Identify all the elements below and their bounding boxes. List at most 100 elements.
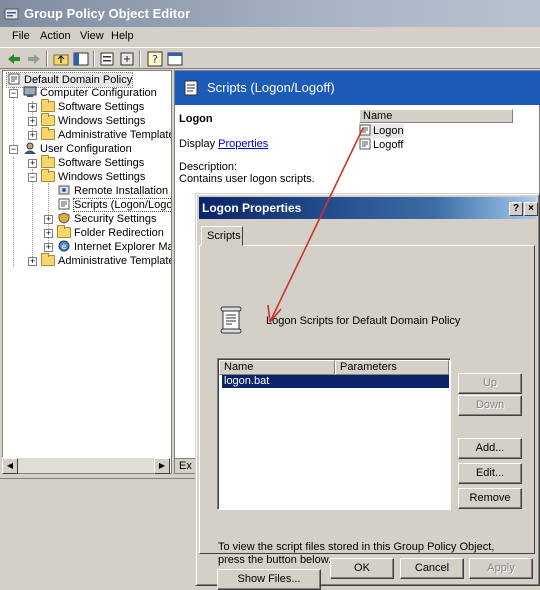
menu-help[interactable]: Help: [111, 30, 134, 42]
remove-button[interactable]: Remove: [458, 488, 522, 509]
script-scroll-icon: [184, 80, 198, 96]
list-item-logon-bat[interactable]: logon.bat: [222, 375, 449, 388]
folder-icon: [41, 253, 55, 266]
properties-link[interactable]: Properties: [218, 138, 268, 150]
list-item-logoff[interactable]: Logoff: [359, 138, 403, 152]
policy-scroll-icon: [8, 73, 20, 85]
script-scroll-icon: [220, 306, 242, 334]
forward-arrow-icon[interactable]: [26, 51, 42, 67]
tree-node-user-configuration[interactable]: User Configuration: [23, 142, 132, 156]
list-item-logon[interactable]: Logon: [359, 124, 404, 138]
details-heading: Logon: [179, 113, 213, 125]
apply-button[interactable]: Apply: [469, 558, 533, 579]
show-hide-tree-icon[interactable]: [73, 51, 89, 67]
description-text: Contains user logon scripts.: [179, 173, 315, 185]
script-scroll-icon: [359, 138, 371, 150]
dialog-titlebar[interactable]: Logon Properties ? ×: [199, 197, 538, 219]
tree-node-uc-admin-templates[interactable]: Administrative Templates: [41, 253, 171, 268]
up-folder-icon[interactable]: [53, 51, 69, 67]
menu-view[interactable]: View: [80, 30, 104, 42]
edit-button[interactable]: Edit...: [458, 463, 522, 484]
tree-node-cc-admin-templates[interactable]: Administrative Templates: [41, 127, 172, 142]
logon-scripts-list[interactable]: Name Parameters logon.bat: [217, 358, 451, 510]
logon-properties-dialog: Logon Properties ? × Scripts Logon Scrip…: [195, 193, 540, 590]
collapse-toggle[interactable]: −: [28, 173, 37, 182]
expand-toggle[interactable]: +: [44, 215, 53, 224]
folder-icon: [57, 225, 71, 238]
expand-toggle[interactable]: +: [44, 243, 53, 252]
tree-label: Software Settings: [58, 157, 145, 169]
folder-icon: [41, 127, 55, 140]
toolbar-separator: [139, 51, 141, 67]
tree-label: Default Domain Policy: [24, 74, 133, 86]
close-button[interactable]: ×: [524, 202, 538, 216]
expand-toggle[interactable]: +: [28, 257, 37, 266]
tree-node-cc-software-settings[interactable]: Software Settings: [41, 99, 144, 114]
list-item-label: Logoff: [373, 139, 404, 151]
app-icon: [4, 8, 19, 20]
tab-scripts[interactable]: Scripts: [201, 226, 243, 246]
collapse-toggle[interactable]: −: [9, 89, 18, 98]
main-titlebar[interactable]: Group Policy Object Editor: [0, 0, 540, 27]
list-item-label: logon.bat: [224, 375, 270, 387]
remote-install-icon: [58, 185, 70, 195]
scroll-right-icon[interactable]: ▶: [154, 458, 170, 474]
expand-toggle[interactable]: +: [28, 103, 37, 112]
menu-action[interactable]: Action: [40, 30, 71, 42]
tree-node-security-settings[interactable]: Security Settings: [57, 212, 157, 226]
console-icon[interactable]: [167, 51, 183, 67]
tree-label: Windows Settings: [58, 115, 146, 127]
dialog-title: Logon Properties: [202, 201, 302, 215]
panel-heading: Logon Scripts for Default Domain Policy: [266, 315, 461, 327]
tree-node-uc-software-settings[interactable]: Software Settings: [41, 155, 145, 170]
tree-label: Administrative Templates: [58, 129, 172, 141]
back-arrow-icon[interactable]: [6, 51, 22, 67]
folder-icon: [41, 155, 55, 168]
help-button[interactable]: ?: [509, 202, 523, 216]
collapse-toggle[interactable]: −: [9, 145, 18, 154]
svg-text:e: e: [62, 242, 67, 251]
tree-node-uc-windows-settings[interactable]: Windows Settings: [41, 169, 145, 184]
tree-node-computer-configuration[interactable]: Computer Configuration: [23, 86, 157, 100]
up-button[interactable]: Up: [458, 373, 522, 394]
export-list-icon[interactable]: [119, 51, 135, 67]
scroll-left-icon[interactable]: ◀: [2, 458, 18, 474]
cancel-button[interactable]: Cancel: [400, 558, 464, 579]
expand-toggle[interactable]: +: [28, 117, 37, 126]
tree-pane[interactable]: Default Domain Policy − Computer Configu…: [2, 70, 172, 474]
folder-icon: [41, 99, 55, 112]
help-icon[interactable]: ?: [147, 51, 163, 67]
name-column-header[interactable]: Name: [359, 109, 513, 123]
tree-label: Scripts (Logon/Logoff): [72, 198, 171, 212]
tree-node-root[interactable]: Default Domain Policy: [5, 72, 134, 88]
tree-node-scripts[interactable]: Scripts (Logon/Logoff): [57, 198, 171, 212]
tree-node-cc-windows-settings[interactable]: Windows Settings: [41, 113, 146, 128]
down-button[interactable]: Down: [458, 395, 522, 416]
name-column-header[interactable]: Name: [219, 360, 335, 375]
tree-node-remote-installation[interactable]: Remote Installation Ser: [57, 184, 171, 198]
show-files-button[interactable]: Show Files...: [217, 569, 321, 590]
svg-text:?: ?: [152, 53, 158, 66]
parameters-column-header[interactable]: Parameters: [335, 360, 449, 375]
expand-toggle[interactable]: +: [44, 229, 53, 238]
tree-node-folder-redirection[interactable]: Folder Redirection: [57, 225, 164, 240]
security-shield-icon: [58, 212, 70, 224]
tree-horizontal-scrollbar[interactable]: ◀ ▶: [2, 457, 170, 474]
tree-label: Remote Installation Ser: [74, 185, 171, 197]
tree-node-ie-maintenance[interactable]: e Internet Explorer Maint: [57, 240, 171, 254]
tree-label: Folder Redirection: [74, 227, 164, 239]
properties-icon[interactable]: [99, 51, 115, 67]
menu-file[interactable]: File: [12, 30, 30, 42]
ok-button[interactable]: OK: [330, 558, 394, 579]
internet-explorer-icon: e: [58, 240, 70, 252]
toolbar-separator: [93, 51, 95, 67]
display-prefix: Display: [179, 138, 219, 150]
add-button[interactable]: Add...: [458, 438, 522, 459]
expand-toggle[interactable]: +: [28, 159, 37, 168]
script-scroll-icon: [359, 124, 371, 136]
window-title: Group Policy Object Editor: [24, 6, 191, 21]
tree-label: User Configuration: [40, 143, 132, 155]
expand-toggle[interactable]: +: [28, 131, 37, 140]
list-item-label: Logon: [373, 125, 404, 137]
description-label: Description:: [179, 161, 238, 173]
